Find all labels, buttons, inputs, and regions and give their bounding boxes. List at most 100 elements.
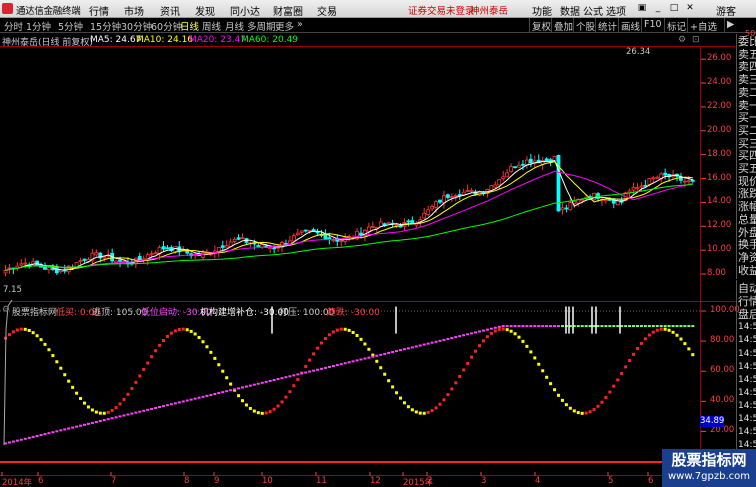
wave-dot [600,400,604,404]
trend-dot [533,325,537,328]
wave-dot [27,329,31,333]
indicator-name[interactable]: 股票指标网 [12,305,57,318]
candle-body [224,245,229,248]
trend-dot [529,325,533,328]
trend-dot [327,365,331,368]
indicator-tick-1: 80.00 [710,335,735,346]
wave-dot [63,373,67,377]
candle-body [114,260,118,263]
candle-body [299,230,304,233]
wave-dot [478,344,481,348]
candle-body [604,199,608,202]
date-tick-7: 12 [370,476,381,486]
candle-body [690,179,695,182]
tick-row-5: 14:50 [738,348,756,359]
trend-dot [300,372,304,375]
wave-dot [225,376,229,380]
trend-dot [592,325,596,328]
trend-dot [363,357,367,360]
trend-dot [138,410,142,413]
candle-body [47,267,51,271]
trend-dot [450,337,454,340]
trend-dot [284,376,288,379]
trend-dot [628,325,632,328]
indicator-value-box: 34.89 [700,416,725,427]
trend-dot [130,412,134,415]
trend-dot [248,384,252,387]
wave-dot [481,339,485,343]
trend-dot [229,389,233,392]
watermark-title: 股票指标网 [671,451,747,469]
candle-body [631,186,636,191]
quote-field-2: 卖四 [738,61,756,74]
wave-dot [663,327,667,331]
wave-dot [75,391,79,395]
candle-body [78,260,83,262]
quote-field-12: 涨跌 [738,188,756,201]
wave-dot [647,333,651,337]
wave-dot [446,393,450,397]
trend-dot [237,387,241,390]
wave-dot [35,334,39,338]
wave-dot [497,328,501,332]
trend-dot [59,429,63,432]
candlestick-series [3,153,695,277]
trend-dot [86,422,90,425]
wave-dot [118,402,122,406]
trend-dot [418,344,422,347]
wave-dot [47,348,51,352]
wave-dot [316,346,320,350]
trend-dot [608,325,612,328]
wave-dot [576,411,580,415]
price-tick-7: 12.00 [707,220,732,231]
wave-dot [687,347,691,351]
indicator-settings-icon[interactable]: ⚙ [2,305,10,315]
candle-body [564,207,569,210]
trend-dot [691,325,695,328]
candle-body [513,166,517,169]
wave-dot [399,396,402,400]
trend-dot [15,439,19,442]
trend-dot [446,337,450,340]
candle-body [307,229,312,232]
wave-dot [169,331,173,335]
wave-dot [110,408,114,412]
wave-dot [312,352,316,356]
trend-dot [580,325,584,328]
wave-dot [383,372,387,376]
wave-dot [667,328,671,332]
price-tick-8: 10.00 [707,244,732,255]
candle-body [445,194,450,198]
wave-dot [130,387,134,391]
candle-body [465,190,470,192]
trend-dot [667,325,671,328]
site-watermark: 股票指标网 www.7gpzb.com [662,449,756,487]
candle-body [580,199,585,202]
trend-dot [158,406,162,409]
trend-dot [521,325,525,328]
trend-dot [636,325,639,328]
wave-dot [252,409,256,413]
wave-dot [90,408,94,412]
candle-body [118,259,122,262]
wave-dot [185,328,189,332]
wave-dot [367,347,371,351]
trend-dot [624,325,628,328]
wave-dot [592,407,596,411]
kline-chart[interactable] [0,0,756,487]
wave-dot [343,327,347,331]
wave-dot [541,369,545,373]
wave-dot [466,361,470,365]
trend-dot [414,345,418,348]
wave-dot [525,344,529,348]
trend-dot [485,328,489,331]
quote-field-4: 卖二 [738,86,756,99]
trend-dot [276,378,280,381]
wave-dot [620,371,624,375]
trend-dot [497,325,501,328]
trend-dot [501,325,505,328]
trend-dot [339,363,343,366]
wave-dot [79,396,83,400]
trend-dot [458,335,462,338]
trend-dot [375,354,379,357]
